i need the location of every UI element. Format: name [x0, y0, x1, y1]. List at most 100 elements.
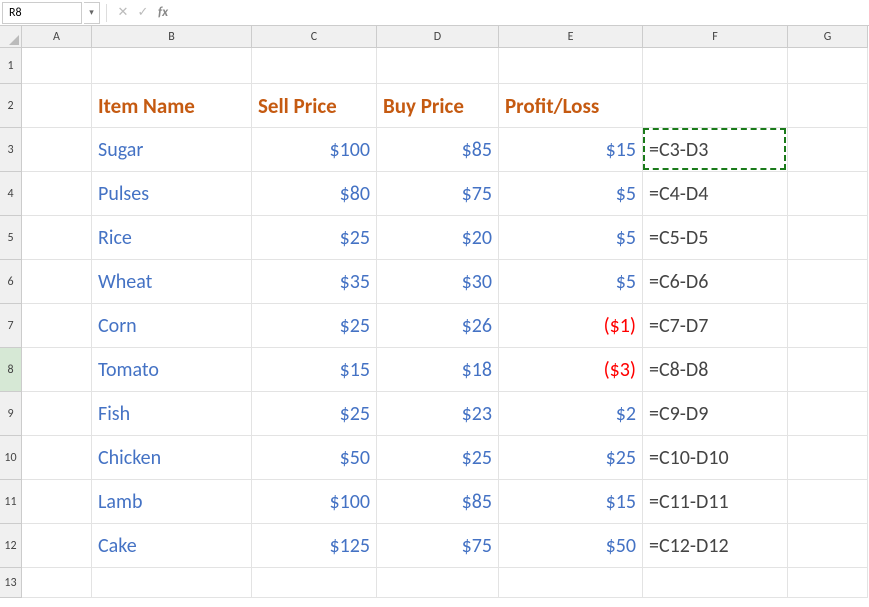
- cell-sell[interactable]: $35: [252, 260, 377, 304]
- cell[interactable]: [92, 48, 252, 84]
- cell-buy[interactable]: $20: [377, 216, 499, 260]
- cell[interactable]: [643, 84, 788, 128]
- col-header-B[interactable]: B: [92, 26, 252, 48]
- cell[interactable]: [499, 568, 643, 598]
- cell-buy[interactable]: $85: [377, 128, 499, 172]
- row-header-6[interactable]: 6: [0, 260, 22, 304]
- cell-item[interactable]: Sugar: [92, 128, 252, 172]
- cell[interactable]: [377, 48, 499, 84]
- cell[interactable]: [788, 172, 868, 216]
- cell-pl[interactable]: $15: [499, 480, 643, 524]
- cell-sell[interactable]: $100: [252, 128, 377, 172]
- cell-item[interactable]: Cake: [92, 524, 252, 568]
- cell-pl[interactable]: $25: [499, 436, 643, 480]
- cell-item[interactable]: Fish: [92, 392, 252, 436]
- cell[interactable]: [22, 524, 92, 568]
- cell-pl[interactable]: $5: [499, 260, 643, 304]
- cell-buy[interactable]: $26: [377, 304, 499, 348]
- cell-buy[interactable]: $75: [377, 524, 499, 568]
- cell-formula[interactable]: =C8-D8: [643, 348, 788, 392]
- cell[interactable]: [788, 128, 868, 172]
- cell[interactable]: [788, 524, 868, 568]
- name-box-dropdown-icon[interactable]: ▾: [84, 2, 100, 24]
- cell-buy[interactable]: $75: [377, 172, 499, 216]
- cell-formula[interactable]: =C9-D9: [643, 392, 788, 436]
- cell[interactable]: [22, 48, 92, 84]
- cell-item[interactable]: Lamb: [92, 480, 252, 524]
- cell[interactable]: [22, 84, 92, 128]
- cell[interactable]: [788, 480, 868, 524]
- cell-formula[interactable]: =C5-D5: [643, 216, 788, 260]
- cell[interactable]: [22, 172, 92, 216]
- row-header-5[interactable]: 5: [0, 216, 22, 260]
- row-header-9[interactable]: 9: [0, 392, 22, 436]
- cell[interactable]: [22, 216, 92, 260]
- cell-buy[interactable]: $30: [377, 260, 499, 304]
- cell-buy[interactable]: $18: [377, 348, 499, 392]
- col-header-C[interactable]: C: [252, 26, 377, 48]
- row-header-12[interactable]: 12: [0, 524, 22, 568]
- col-header-E[interactable]: E: [499, 26, 643, 48]
- cell-sell[interactable]: $100: [252, 480, 377, 524]
- cell-sell[interactable]: $25: [252, 304, 377, 348]
- cell-item[interactable]: Chicken: [92, 436, 252, 480]
- cell-item[interactable]: Pulses: [92, 172, 252, 216]
- cell-sell[interactable]: $15: [252, 348, 377, 392]
- cell[interactable]: [788, 84, 868, 128]
- cell[interactable]: [252, 568, 377, 598]
- cell[interactable]: [643, 568, 788, 598]
- cell[interactable]: [788, 48, 868, 84]
- cell-pl[interactable]: ($1): [499, 304, 643, 348]
- header-buy-price[interactable]: Buy Price: [377, 84, 499, 128]
- col-header-A[interactable]: A: [22, 26, 92, 48]
- row-header-7[interactable]: 7: [0, 304, 22, 348]
- cell-pl[interactable]: ($3): [499, 348, 643, 392]
- header-sell-price[interactable]: Sell Price: [252, 84, 377, 128]
- row-header-1[interactable]: 1: [0, 48, 22, 84]
- row-header-4[interactable]: 4: [0, 172, 22, 216]
- row-header-11[interactable]: 11: [0, 480, 22, 524]
- row-header-8[interactable]: 8: [0, 348, 22, 392]
- cell[interactable]: [377, 568, 499, 598]
- cell[interactable]: [788, 216, 868, 260]
- cell-sell[interactable]: $125: [252, 524, 377, 568]
- cell[interactable]: [788, 260, 868, 304]
- row-header-3[interactable]: 3: [0, 128, 22, 172]
- cell-item[interactable]: Tomato: [92, 348, 252, 392]
- cell-formula[interactable]: =C3-D3: [643, 128, 788, 172]
- cell-item[interactable]: Wheat: [92, 260, 252, 304]
- select-all-corner[interactable]: [0, 26, 22, 48]
- cell[interactable]: [22, 480, 92, 524]
- cell[interactable]: [788, 436, 868, 480]
- cell[interactable]: [22, 260, 92, 304]
- cell-sell[interactable]: $25: [252, 216, 377, 260]
- cell[interactable]: [788, 568, 868, 598]
- cell[interactable]: [643, 48, 788, 84]
- cell[interactable]: [252, 48, 377, 84]
- cell-formula[interactable]: =C4-D4: [643, 172, 788, 216]
- cell[interactable]: [22, 128, 92, 172]
- cell-item[interactable]: Corn: [92, 304, 252, 348]
- cell-pl[interactable]: $2: [499, 392, 643, 436]
- cell-formula[interactable]: =C10-D10: [643, 436, 788, 480]
- cell-formula[interactable]: =C12-D12: [643, 524, 788, 568]
- row-header-2[interactable]: 2: [0, 84, 22, 128]
- cell-sell[interactable]: $50: [252, 436, 377, 480]
- enter-icon[interactable]: ✓: [133, 3, 153, 23]
- cell-sell[interactable]: $25: [252, 392, 377, 436]
- cell-formula[interactable]: =C6-D6: [643, 260, 788, 304]
- cell[interactable]: [499, 48, 643, 84]
- fx-icon[interactable]: fx: [153, 3, 173, 23]
- cell-buy[interactable]: $85: [377, 480, 499, 524]
- cell-buy[interactable]: $23: [377, 392, 499, 436]
- row-header-10[interactable]: 10: [0, 436, 22, 480]
- cell[interactable]: [788, 392, 868, 436]
- cell-pl[interactable]: $15: [499, 128, 643, 172]
- cell-pl[interactable]: $5: [499, 172, 643, 216]
- cancel-icon[interactable]: ✕: [113, 3, 133, 23]
- col-header-F[interactable]: F: [643, 26, 788, 48]
- header-item-name[interactable]: Item Name: [92, 84, 252, 128]
- header-profit-loss[interactable]: Profit/Loss: [499, 84, 643, 128]
- col-header-D[interactable]: D: [377, 26, 499, 48]
- cell[interactable]: [788, 348, 868, 392]
